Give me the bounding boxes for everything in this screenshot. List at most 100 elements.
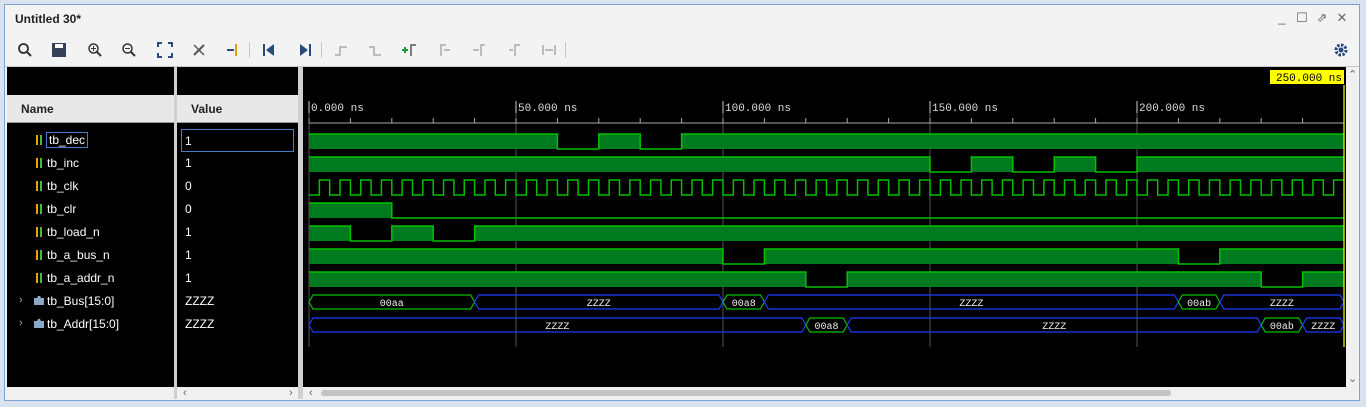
wave-high-fill xyxy=(309,226,351,241)
signal-value: 1 xyxy=(185,225,192,239)
wave-high-fill xyxy=(309,203,392,218)
zoom-fit-icon[interactable] xyxy=(155,40,175,60)
minimize-icon[interactable]: _ xyxy=(1275,11,1289,25)
bus-value-label: 00ab xyxy=(1270,321,1294,333)
signal-name: tb_clr xyxy=(47,202,77,216)
window-controls: _ ☐ ⇗ ✕ xyxy=(1275,11,1349,25)
bus-signal-icon xyxy=(34,319,44,328)
tick-label: 100.000 ns xyxy=(725,103,791,115)
wave-high-fill xyxy=(1054,157,1096,172)
search-icon[interactable] xyxy=(15,40,35,60)
tick-label: 150.000 ns xyxy=(932,103,998,115)
value-column: Value 1 1 0 0 1 1 1 ZZZZ ZZZZ xyxy=(177,67,298,387)
signal-row[interactable]: tb_a_bus_n xyxy=(7,244,174,267)
next-transition-icon[interactable] xyxy=(365,40,385,60)
signal-value-cell[interactable]: 1 xyxy=(177,267,298,290)
signal-value-cell[interactable]: 0 xyxy=(177,198,298,221)
go-to-previous-marker-icon[interactable] xyxy=(435,40,455,60)
value-header[interactable]: Value xyxy=(177,95,298,123)
cursor-snap-icon[interactable] xyxy=(189,40,209,60)
bus-value-label: ZZZZ xyxy=(1270,299,1294,310)
name-header[interactable]: Name xyxy=(7,95,174,123)
signal-row[interactable]: tb_inc xyxy=(7,152,174,175)
go-to-start-icon[interactable] xyxy=(259,40,279,60)
bus-value-label: 00a8 xyxy=(814,322,838,333)
bus-value-label: ZZZZ xyxy=(587,299,611,310)
name-column: Name tb_dec tb_inc tb_clk tb_clr tb_load_ntb… xyxy=(7,67,174,387)
waveform-canvas[interactable]: 0.000 ns 50.000 ns 100.000 ns 150.000 ns 200… xyxy=(303,67,1346,387)
save-icon[interactable] xyxy=(49,40,69,60)
add-marker-plus-icon[interactable] xyxy=(399,40,419,60)
signal-value-cell[interactable]: ZZZZ xyxy=(177,313,298,336)
signal-waveform xyxy=(309,202,1344,219)
signal-value-cell[interactable]: 1 xyxy=(177,244,298,267)
signal-value-cell[interactable]: ZZZZ xyxy=(177,290,298,313)
signal-name: tb_load_n xyxy=(47,225,100,239)
signal-row[interactable]: › tb_Bus[15:0] xyxy=(7,290,174,313)
signal-row[interactable]: tb_clr xyxy=(7,198,174,221)
bit-signal-icon xyxy=(36,273,42,283)
bus-value-label: 00ab xyxy=(1187,298,1211,310)
signal-value-cell[interactable]: 0 xyxy=(177,175,298,198)
expand-chevron-icon[interactable]: › xyxy=(19,317,23,329)
add-marker-icon[interactable] xyxy=(223,40,243,60)
delete-marker-icon[interactable] xyxy=(505,40,525,60)
signal-name: tb_Bus[15:0] xyxy=(47,294,115,308)
signal-row[interactable]: tb_load_n xyxy=(7,221,174,244)
zoom-in-icon[interactable] xyxy=(85,40,105,60)
signal-name: tb_Addr[15:0] xyxy=(47,317,120,331)
wave-high-fill xyxy=(847,272,1262,287)
bit-signal-icon xyxy=(36,181,42,191)
signal-value: 1 xyxy=(185,156,192,170)
swap-cursors-icon[interactable] xyxy=(539,40,559,60)
wave-high-fill xyxy=(309,134,558,149)
tick-label: 50.000 ns xyxy=(518,103,577,115)
value-horizontal-scrollbar[interactable]: ‹ › xyxy=(177,387,298,399)
signal-value: 0 xyxy=(185,179,192,193)
wave-high-fill xyxy=(764,249,1179,264)
vertical-scrollbar[interactable]: ⌃ ⌄ xyxy=(1346,67,1357,387)
signal-row[interactable]: tb_a_addr_n xyxy=(7,267,174,290)
go-to-next-marker-icon[interactable] xyxy=(469,40,489,60)
expand-chevron-icon[interactable]: › xyxy=(19,294,23,306)
wave-high-fill xyxy=(971,157,1013,172)
signal-value: ZZZZ xyxy=(185,317,215,331)
bit-signal-icon xyxy=(36,250,42,260)
restore-icon[interactable]: ☐ xyxy=(1295,11,1309,25)
zoom-out-icon[interactable] xyxy=(119,40,139,60)
signal-value-cell[interactable]: 1 xyxy=(181,129,294,152)
float-icon[interactable]: ⇗ xyxy=(1315,11,1329,25)
wave-horizontal-scrollbar[interactable]: ‹ xyxy=(303,387,1357,399)
signal-value-cell[interactable]: 1 xyxy=(177,221,298,244)
scroll-down-icon[interactable]: ⌄ xyxy=(1348,373,1357,385)
wave-scroll-thumb[interactable] xyxy=(321,390,1171,396)
signal-value: 1 xyxy=(185,271,192,285)
scroll-left-icon[interactable]: ‹ xyxy=(183,387,187,399)
signal-name: tb_a_bus_n xyxy=(47,248,110,262)
signal-row[interactable]: › tb_Addr[15:0] xyxy=(7,313,174,336)
title-bar: Untitled 30* _ ☐ ⇗ ✕ xyxy=(5,5,1359,33)
bus-value-label: ZZZZ xyxy=(545,322,569,333)
signal-value-cell[interactable]: 1 xyxy=(177,152,298,175)
cursor-time-label: 250.000 ns xyxy=(1276,73,1342,85)
bit-signal-icon xyxy=(36,227,42,237)
go-to-end-icon[interactable] xyxy=(295,40,315,60)
wave-high-fill xyxy=(681,134,1344,149)
settings-gear-icon[interactable] xyxy=(1331,40,1351,60)
name-horizontal-scrollbar[interactable] xyxy=(7,387,174,399)
previous-transition-icon[interactable] xyxy=(331,40,351,60)
tick-label: 0.000 ns xyxy=(311,103,364,115)
bus-signal-icon xyxy=(34,296,44,305)
bit-signal-icon xyxy=(36,204,42,214)
scroll-up-icon[interactable]: ⌃ xyxy=(1348,69,1357,81)
scroll-right-icon[interactable]: › xyxy=(289,387,293,399)
wave-scroll-left-icon[interactable]: ‹ xyxy=(309,387,313,399)
clock-waveform xyxy=(309,179,1344,196)
bus-value-label: ZZZZ xyxy=(1042,322,1066,333)
signal-value: ZZZZ xyxy=(185,294,215,308)
bit-signal-icon xyxy=(36,158,42,168)
wave-high-fill xyxy=(309,249,723,264)
close-icon[interactable]: ✕ xyxy=(1335,11,1349,25)
signal-row[interactable]: tb_dec xyxy=(7,129,174,152)
signal-row[interactable]: tb_clk xyxy=(7,175,174,198)
